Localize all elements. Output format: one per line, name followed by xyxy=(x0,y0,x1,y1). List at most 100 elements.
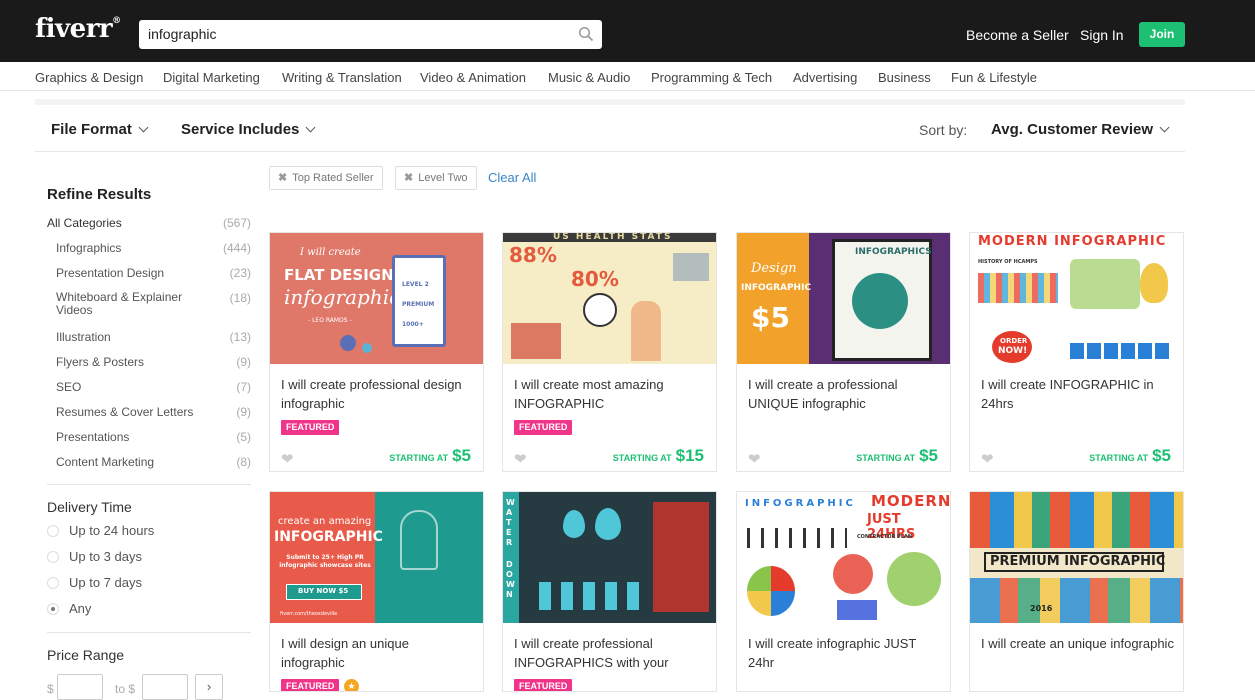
chevron-down-icon xyxy=(1159,122,1170,133)
gig-title[interactable]: I will create most amazing INFOGRAPHIC xyxy=(514,375,709,413)
nav-fun-lifestyle[interactable]: Fun & Lifestyle xyxy=(951,70,1037,85)
delivery-option-7d[interactable]: Up to 7 days xyxy=(47,575,142,590)
category-all[interactable]: All Categories xyxy=(47,216,122,230)
category-presentation-design[interactable]: Presentation Design xyxy=(56,266,164,280)
decor-timeline xyxy=(747,528,847,548)
gig-thumbnail[interactable]: I will create FLAT DESIGN infographic - … xyxy=(270,233,483,364)
category-count: (7) xyxy=(236,380,251,394)
category-flyers-posters[interactable]: Flyers & Posters xyxy=(56,355,144,369)
heart-icon[interactable]: ❤ xyxy=(281,450,294,468)
category-whiteboard-explainer[interactable]: Whiteboard & Explainer Videos xyxy=(56,291,196,317)
gig-card[interactable]: create an amazing INFOGRAPHIC Submit to … xyxy=(269,491,484,692)
close-icon[interactable]: ✖ xyxy=(278,172,287,184)
gig-title[interactable]: I will create a professional UNIQUE info… xyxy=(748,375,943,413)
price-max-input[interactable] xyxy=(142,674,188,700)
gig-title[interactable]: I will create infographic JUST 24hr xyxy=(748,634,943,672)
category-presentations[interactable]: Presentations xyxy=(56,430,129,444)
gig-title[interactable]: I will design an unique infographic xyxy=(281,634,476,672)
thumb-text: HISTORY OF HCAMPS xyxy=(978,259,1038,265)
decor-block xyxy=(673,253,709,281)
category-infographics[interactable]: Infographics xyxy=(56,241,121,255)
nav-advertising[interactable]: Advertising xyxy=(793,70,857,85)
category-count: (567) xyxy=(222,216,251,230)
radio-button[interactable] xyxy=(47,577,59,589)
price-min-input[interactable] xyxy=(57,674,103,700)
water-drop-icon xyxy=(563,510,585,538)
logo-registered-mark: ® xyxy=(112,16,121,26)
gig-title[interactable]: I will create professional INFOGRAPHICS … xyxy=(514,634,709,672)
gig-card[interactable]: PREMIUM INFOGRAPHIC 2016 I will create a… xyxy=(969,491,1184,692)
chevron-down-icon xyxy=(305,122,316,133)
featured-badge: FEATURED xyxy=(281,420,340,435)
poster-circle xyxy=(852,273,908,329)
gig-thumbnail[interactable]: WATER DOWN xyxy=(503,492,716,623)
gig-thumbnail[interactable]: US HEALTH STATS 88% 80% xyxy=(503,233,716,364)
service-includes-label: Service Includes xyxy=(181,121,300,138)
gig-card[interactable]: I will create FLAT DESIGN infographic - … xyxy=(269,232,484,472)
nav-programming-tech[interactable]: Programming & Tech xyxy=(651,70,772,85)
price-value: $5 xyxy=(1152,446,1171,465)
delivery-option-3d[interactable]: Up to 3 days xyxy=(47,549,142,564)
gig-card[interactable]: US HEALTH STATS 88% 80% I will create mo… xyxy=(502,232,717,472)
thumb-text: ORDER xyxy=(1000,337,1028,345)
sign-in-link[interactable]: Sign In xyxy=(1080,27,1124,43)
heart-icon[interactable]: ❤ xyxy=(514,450,527,468)
gig-card[interactable]: MODERN INFOGRAPHIC HISTORY OF HCAMPS ORD… xyxy=(969,232,1184,472)
nav-video-animation[interactable]: Video & Animation xyxy=(420,70,526,85)
delivery-option-any[interactable]: Any xyxy=(47,601,91,616)
gig-thumbnail[interactable]: Design INFOGRAPHIC $5 INFOGRAPHICS xyxy=(737,233,950,364)
fiverr-logo[interactable]: fiverr® xyxy=(35,14,121,44)
clear-all-link[interactable]: Clear All xyxy=(488,170,536,185)
gig-thumbnail[interactable]: PREMIUM INFOGRAPHIC 2016 xyxy=(970,492,1183,623)
nav-graphics-design[interactable]: Graphics & Design xyxy=(35,70,143,85)
nav-digital-marketing[interactable]: Digital Marketing xyxy=(163,70,260,85)
sort-dropdown[interactable]: Avg. Customer Review xyxy=(991,121,1170,138)
radio-button-selected[interactable] xyxy=(47,603,59,615)
filter-chip-top-rated[interactable]: ✖ Top Rated Seller xyxy=(269,166,383,190)
thumb-text: NOW! xyxy=(998,346,1028,356)
heart-icon[interactable]: ❤ xyxy=(748,450,761,468)
category-resumes-cover-letters[interactable]: Resumes & Cover Letters xyxy=(56,405,193,419)
radio-button[interactable] xyxy=(47,551,59,563)
search-box[interactable] xyxy=(139,20,602,49)
nav-music-audio[interactable]: Music & Audio xyxy=(548,70,630,85)
close-icon[interactable]: ✖ xyxy=(404,172,413,184)
price-value: $5 xyxy=(919,446,938,465)
gig-thumbnail[interactable]: create an amazing INFOGRAPHIC Submit to … xyxy=(270,492,483,623)
service-includes-dropdown[interactable]: Service Includes xyxy=(181,121,316,138)
search-input[interactable] xyxy=(148,26,568,42)
gig-title[interactable]: I will create INFOGRAPHIC in 24hrs xyxy=(981,375,1176,413)
gig-card[interactable]: WATER DOWN I will create professional IN… xyxy=(502,491,717,692)
top-rated-star-icon: ★ xyxy=(344,679,359,691)
bottles-illustration xyxy=(539,582,649,610)
gig-title[interactable]: I will create professional design infogr… xyxy=(281,375,476,413)
thumb-text: FLAT DESIGN xyxy=(284,266,394,284)
divider xyxy=(47,632,251,633)
file-format-dropdown[interactable]: File Format xyxy=(51,121,149,138)
category-count: (23) xyxy=(229,266,251,280)
delivery-option-24h[interactable]: Up to 24 hours xyxy=(47,523,154,538)
thumb-text: - LEO RAMOS - xyxy=(308,317,352,324)
nav-writing-translation[interactable]: Writing & Translation xyxy=(282,70,402,85)
gig-thumbnail[interactable]: MODERN INFOGRAPHIC HISTORY OF HCAMPS ORD… xyxy=(970,233,1183,364)
category-content-marketing[interactable]: Content Marketing xyxy=(56,455,154,469)
gig-title[interactable]: I will create an unique infographic xyxy=(981,634,1176,653)
delivery-option-label: Up to 7 days xyxy=(69,575,142,590)
gig-card[interactable]: Design INFOGRAPHIC $5 INFOGRAPHICS I wil… xyxy=(736,232,951,472)
category-count: (9) xyxy=(236,405,251,419)
nav-business[interactable]: Business xyxy=(878,70,931,85)
gig-thumbnail[interactable]: INFOGRAPHIC MODERN JUST 24HRS CONTRACTOR… xyxy=(737,492,950,623)
category-seo[interactable]: SEO xyxy=(56,380,81,394)
category-illustration[interactable]: Illustration xyxy=(56,330,111,344)
join-button[interactable]: Join xyxy=(1139,22,1185,47)
gig-card[interactable]: INFOGRAPHIC MODERN JUST 24HRS CONTRACTOR… xyxy=(736,491,951,692)
price-go-button[interactable]: › xyxy=(195,674,223,700)
starting-at-label: STARTING AT xyxy=(389,453,449,463)
radio-button[interactable] xyxy=(47,525,59,537)
thumb-text: CONTRACTOR PLAN xyxy=(857,534,913,540)
heart-icon[interactable]: ❤ xyxy=(981,450,994,468)
social-icons xyxy=(1070,343,1170,359)
become-seller-link[interactable]: Become a Seller xyxy=(966,27,1069,43)
filter-chip-level-two[interactable]: ✖ Level Two xyxy=(395,166,477,190)
search-icon[interactable] xyxy=(578,26,594,42)
